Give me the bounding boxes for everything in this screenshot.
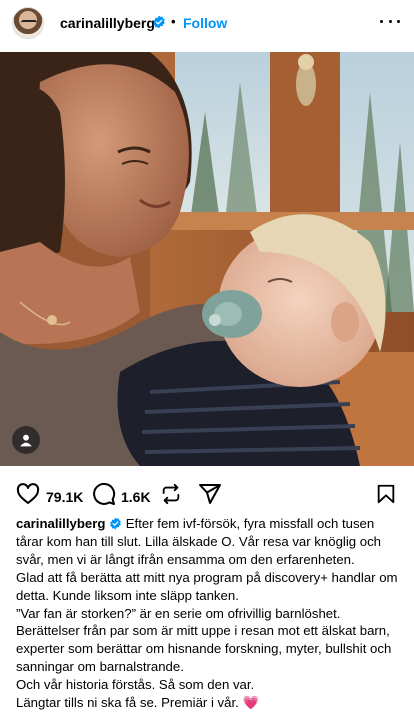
- post-header: carinalillyberg • Follow: [0, 0, 414, 46]
- avatar[interactable]: [12, 7, 44, 39]
- heart-icon[interactable]: [16, 482, 40, 506]
- repost-icon[interactable]: [160, 482, 182, 506]
- action-bar: 79.1K 1.6K: [0, 476, 414, 512]
- bookmark-icon[interactable]: [375, 482, 397, 506]
- verified-badge-icon: [153, 15, 165, 29]
- user-tag-icon[interactable]: [12, 426, 40, 454]
- comment-bubble-icon[interactable]: [92, 482, 116, 506]
- caption-text-2: Glad att få berätta att mitt nya program…: [16, 569, 398, 603]
- caption-username[interactable]: carinalillyberg: [16, 516, 105, 531]
- caption-text-4: Och vår historia förstås. Så som den var…: [16, 677, 255, 693]
- like-count[interactable]: 79.1K: [46, 489, 83, 505]
- post-photo[interactable]: [0, 52, 414, 466]
- caption-text-3: ”Var fan är storken?” är en serie om ofr…: [16, 605, 392, 675]
- caption-text-5: Längtar tills ni ska få se. Premiär i vå…: [16, 695, 259, 711]
- separator-dot: •: [171, 14, 176, 29]
- post-username[interactable]: carinalillyberg: [60, 15, 155, 31]
- post-caption: carinalillyberg Efter fem ivf-försök, fy…: [16, 515, 400, 712]
- send-icon[interactable]: [198, 482, 222, 506]
- more-options-icon[interactable]: [380, 11, 400, 31]
- follow-button[interactable]: Follow: [183, 15, 227, 31]
- verified-badge-icon: [110, 517, 121, 530]
- comment-count[interactable]: 1.6K: [121, 489, 151, 505]
